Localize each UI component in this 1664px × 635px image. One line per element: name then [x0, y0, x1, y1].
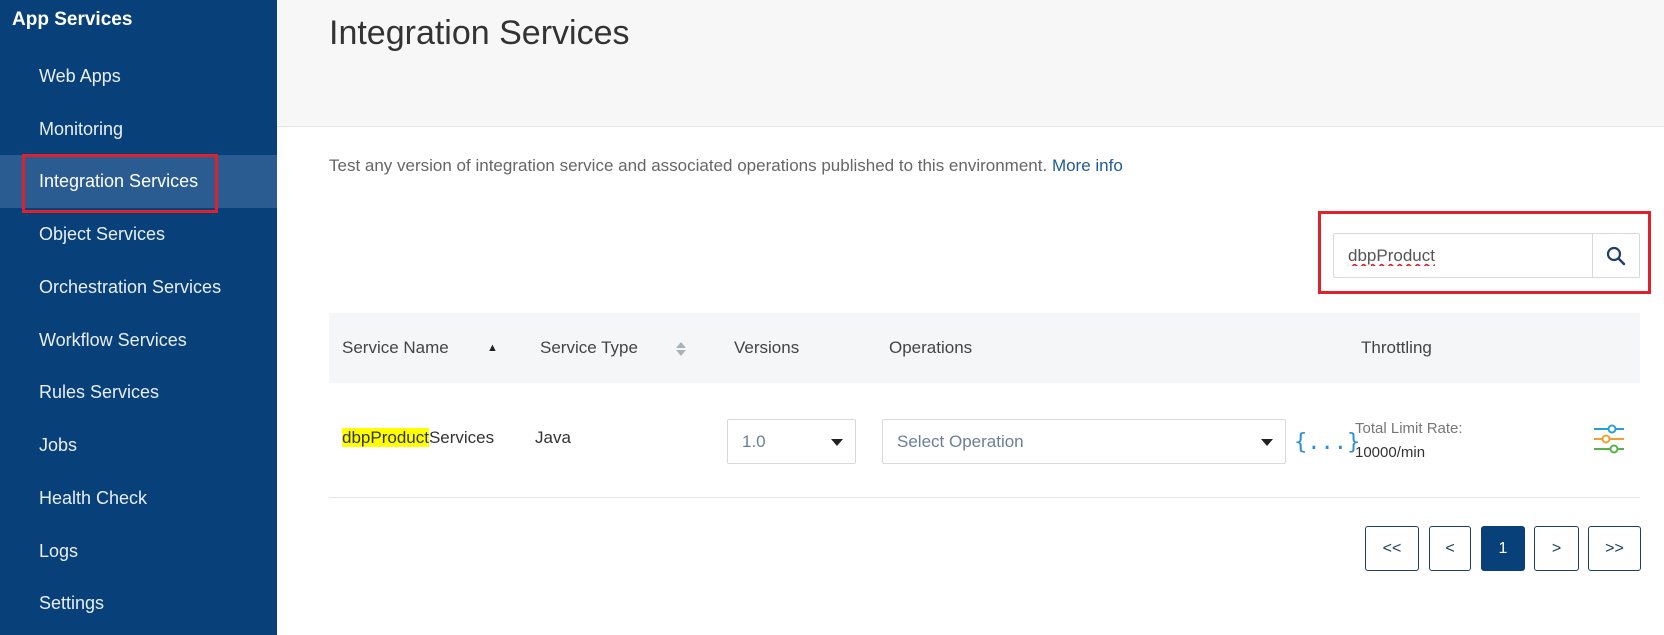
sort-icon[interactable] [675, 340, 687, 358]
sidebar-item-jobs[interactable]: Jobs [0, 419, 277, 472]
pagination-page-1[interactable]: 1 [1481, 526, 1525, 571]
version-value: 1.0 [742, 432, 766, 451]
column-header-service-type[interactable]: Service Type [540, 313, 638, 383]
sort-ascending-icon[interactable]: ▲ [487, 342, 498, 354]
service-name-rest: Services [428, 428, 495, 447]
sidebar-item-web-apps[interactable]: Web Apps [0, 50, 277, 103]
sidebar-item-rules-services[interactable]: Rules Services [0, 366, 277, 419]
sliders-icon[interactable] [1592, 422, 1626, 456]
sidebar-item-workflow-services[interactable]: Workflow Services [0, 314, 277, 367]
sidebar-item-logs[interactable]: Logs [0, 525, 277, 578]
sidebar-item-health-check[interactable]: Health Check [0, 472, 277, 525]
column-header-service-name[interactable]: Service Name [342, 313, 449, 383]
more-info-link[interactable]: More info [1052, 156, 1123, 175]
column-header-operations: Operations [889, 338, 973, 357]
search-match-highlight: dbpProduct [342, 428, 429, 447]
pagination-next-button[interactable]: > [1534, 526, 1579, 571]
operation-select[interactable]: Select Operation [882, 419, 1286, 464]
chevron-down-icon [1261, 439, 1273, 446]
search-input[interactable] [1334, 234, 1592, 277]
service-type-cell: Java [535, 428, 571, 447]
search-button[interactable] [1592, 234, 1639, 277]
pagination-last-button[interactable]: >> [1588, 526, 1641, 571]
column-header-throttling: Throttling [1361, 338, 1432, 357]
sidebar-item-integration-services[interactable]: Integration Services [0, 155, 277, 208]
page-title: Integration Services [329, 14, 630, 52]
version-select[interactable]: 1.0 [727, 419, 856, 464]
chevron-down-icon [831, 439, 843, 446]
sidebar-item-orchestration-services[interactable]: Orchestration Services [0, 261, 277, 314]
sidebar-item-settings[interactable]: Settings [0, 577, 277, 630]
pagination-first-button[interactable]: << [1365, 526, 1419, 571]
throttle-value: 10000/min [1355, 444, 1426, 461]
operation-placeholder: Select Operation [897, 432, 1024, 451]
page-description: Test any version of integration service … [329, 156, 1123, 176]
sidebar: App Services Web Apps Monitoring Integra… [0, 0, 277, 635]
sidebar-title: App Services [12, 9, 133, 30]
table-header: Service Name ▲ Service Type Versions Ope… [329, 313, 1640, 383]
sidebar-item-object-services[interactable]: Object Services [0, 208, 277, 261]
pagination-prev-button[interactable]: < [1429, 526, 1471, 571]
sidebar-item-monitoring[interactable]: Monitoring [0, 103, 277, 156]
service-name-cell[interactable]: dbpProductServices [342, 428, 494, 448]
throttle-label: Total Limit Rate: [1355, 420, 1463, 437]
description-text: Test any version of integration service … [329, 156, 1048, 175]
test-operation-icon[interactable]: {...} [1294, 430, 1360, 455]
search-icon [1606, 246, 1626, 265]
search-box [1333, 233, 1640, 278]
column-header-versions: Versions [734, 338, 800, 357]
